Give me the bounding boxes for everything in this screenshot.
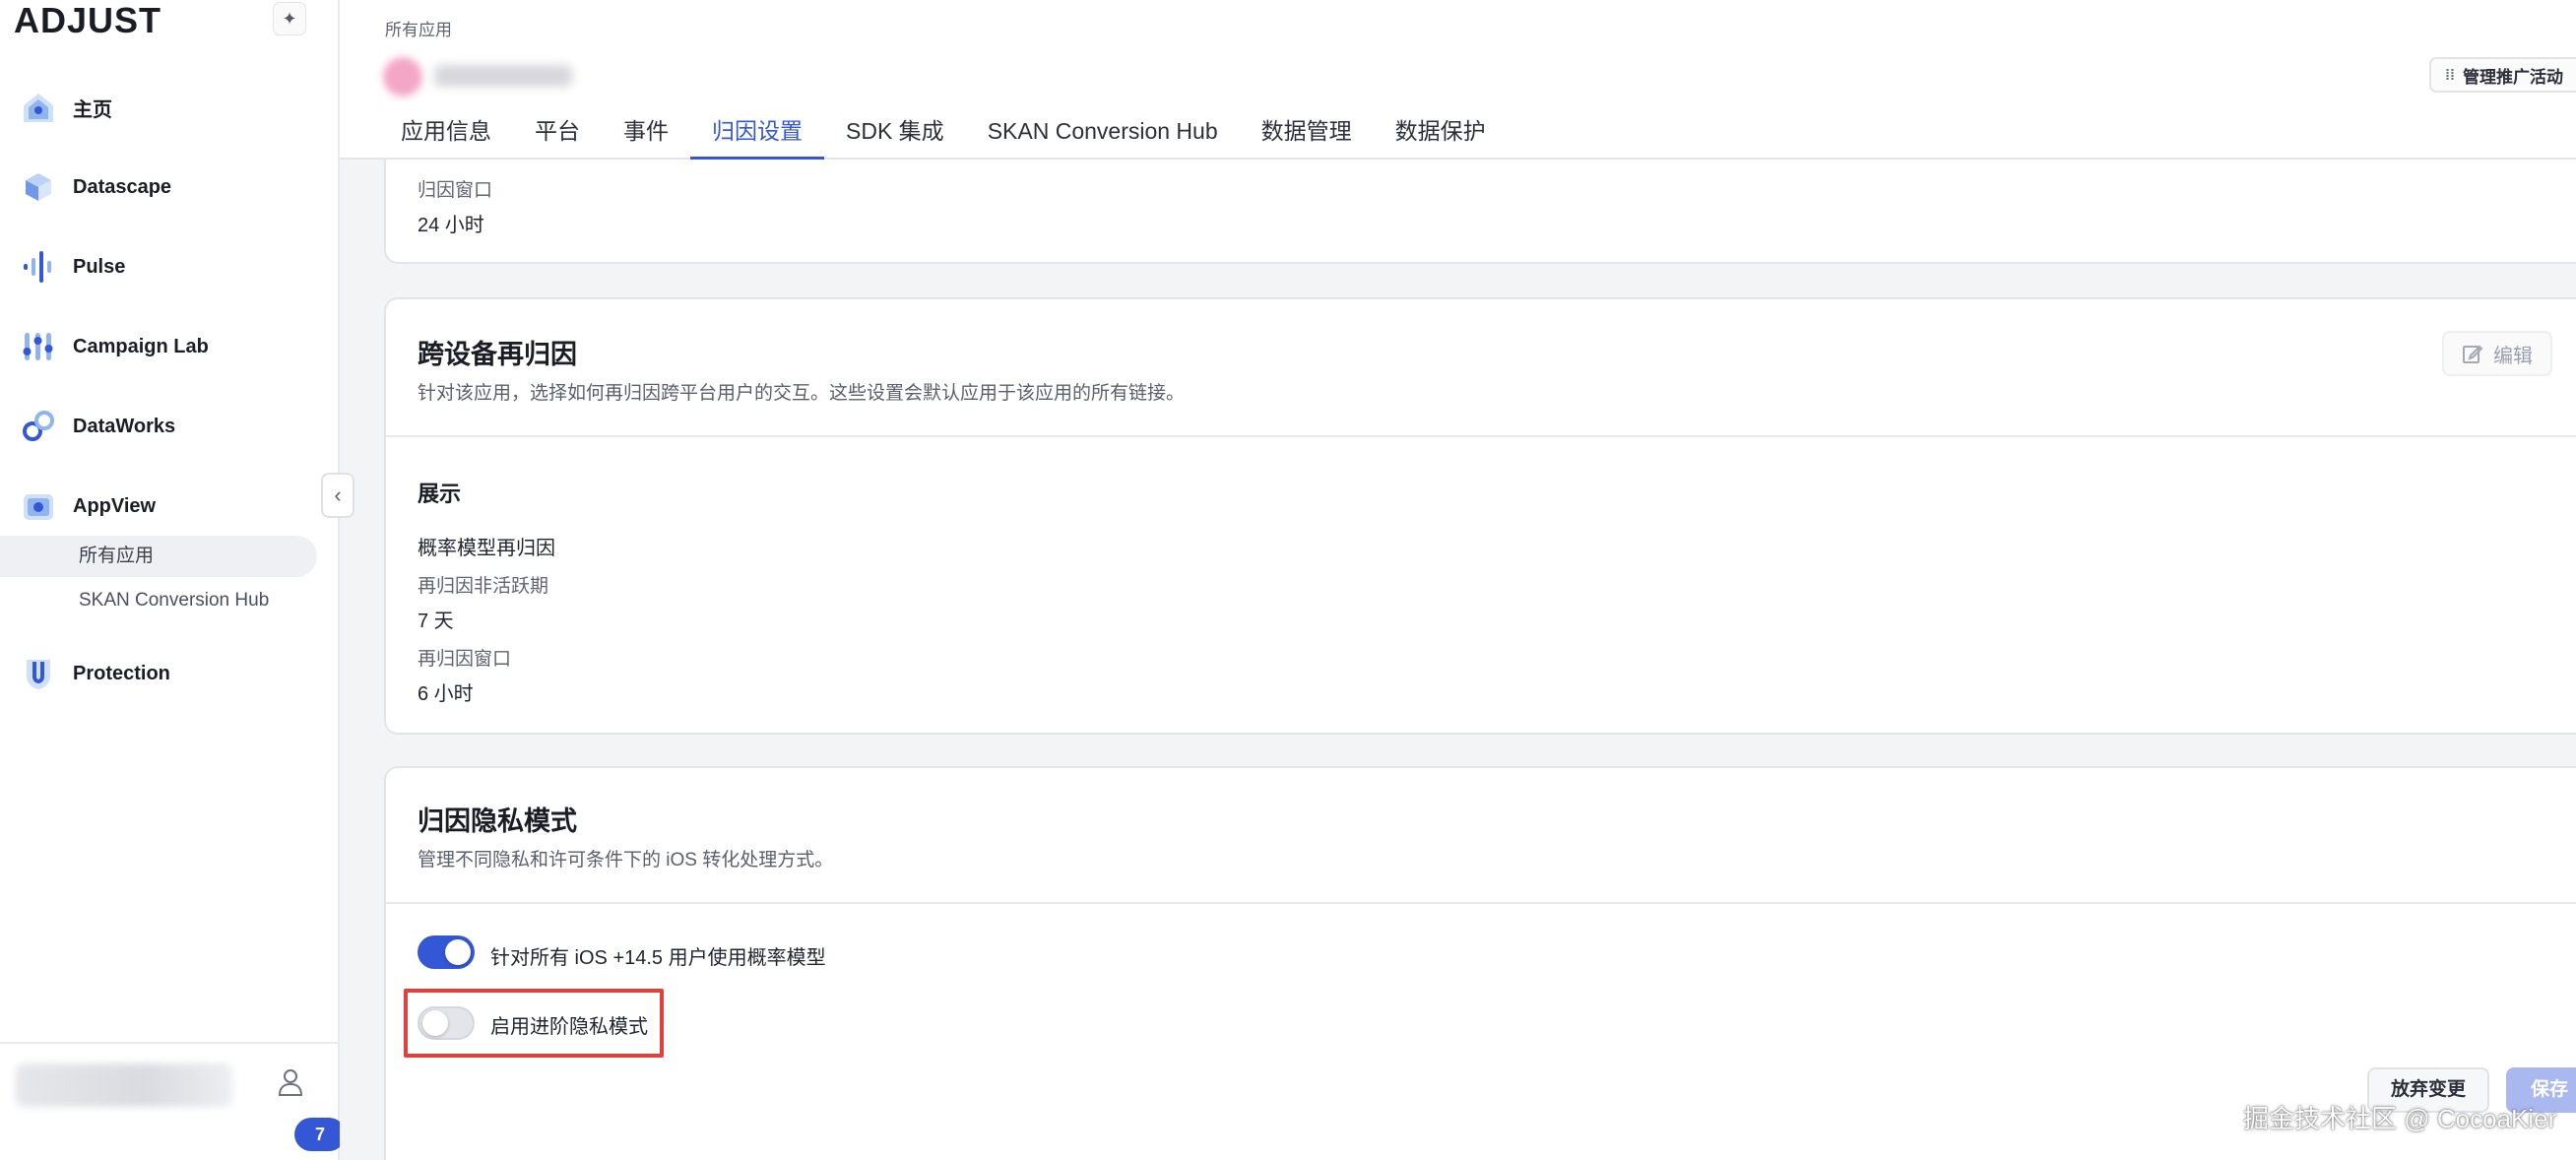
pin-icon: ✦ [282,9,297,29]
tab-data-management[interactable]: 数据管理 [1240,102,1374,160]
app-icon [383,57,422,97]
sidebar-item-protection[interactable]: Protection [20,650,170,697]
manage-campaigns-label: 管理推广活动 [2463,67,2563,87]
card-title: 归因隐私模式 [418,806,577,836]
advanced-privacy-mode-toggle[interactable] [418,1006,475,1040]
sidebar-subitem-all-apps[interactable]: 所有应用 [0,536,317,577]
card-description: 针对该应用，选择如何再归因跨平台用户的交互。这些设置会默认应用于该应用的所有链接… [418,383,1186,404]
notification-badge[interactable]: 7 [294,1118,346,1151]
user-account-blurred[interactable] [16,1063,232,1107]
attribution-window-label: 归因窗口 [418,180,493,201]
edit-icon [2463,345,2483,363]
probabilistic-model-toggle[interactable] [418,935,475,969]
sidebar-item-label: AppView [73,494,157,517]
collapse-sidebar-button[interactable]: ‹ [321,473,354,518]
pulse-icon [20,248,57,286]
sidebar-item-label: Datascape [73,175,172,198]
tab-events[interactable]: 事件 [602,102,690,160]
tab-skan-conversion-hub[interactable]: SKAN Conversion Hub [966,102,1240,160]
page-header: 所有应用 ⁞⁞ 管理推广活动 应用信息 平台 事件 归因设置 SDK 集成 SK… [340,0,2576,161]
tab-attribution-settings[interactable]: 归因设置 [690,102,824,161]
sidebar-item-datascape[interactable]: Datascape [20,163,171,211]
pin-sidebar-button[interactable]: ✦ [273,2,306,35]
protection-icon [20,655,57,692]
appview-icon [20,487,57,525]
sidebar-item-label: Pulse [73,255,126,278]
sidebar-item-label: DataWorks [73,415,176,437]
edit-button[interactable]: 编辑 [2442,331,2552,376]
toggle-knob [445,939,471,965]
attribution-window-card: 归因窗口 24 小时 [384,160,2576,264]
card-description: 管理不同隐私和许可条件下的 iOS 转化处理方式。 [418,850,834,870]
dataworks-icon [20,408,57,445]
advanced-privacy-mode-toggle-label: 启用进阶隐私模式 [490,1016,648,1038]
app-name-blurred [379,55,586,97]
toggle-knob [422,1010,448,1036]
divider [386,902,2576,904]
edit-label: 编辑 [2493,345,2533,367]
sidebar-subitem-skan-hub[interactable]: SKAN Conversion Hub [0,580,317,621]
campaign-lab-icon [20,328,57,365]
section-title-display: 展示 [418,482,462,506]
watermark: 掘金技术社区 @ CocoaKier [2243,1104,2557,1133]
sidebar-item-label: Campaign Lab [73,335,209,357]
tab-data-protection[interactable]: 数据保护 [1374,102,1508,160]
datascape-icon [20,168,57,206]
divider [386,435,2576,437]
sidebar-item-campaign-lab[interactable]: Campaign Lab [20,323,209,370]
sidebar: ADJUST ✦ 主页 Datascape Pulse Campaign Lab… [0,0,346,1160]
sidebar-item-label: Protection [73,662,170,684]
cross-device-reattribution-card: 跨设备再归因 针对该应用，选择如何再归因跨平台用户的交互。这些设置会默认应用于该… [384,297,2576,735]
card-title: 跨设备再归因 [418,340,577,369]
inactivity-period-value: 7 天 [418,611,454,632]
adjust-logo[interactable]: ADJUST [14,0,161,41]
attribution-window-value: 24 小时 [418,215,484,236]
tab-app-info[interactable]: 应用信息 [379,102,513,160]
chevron-left-icon: ‹ [334,483,342,507]
sidebar-item-dataworks[interactable]: DataWorks [20,403,175,450]
breadcrumb[interactable]: 所有应用 [385,16,452,40]
manage-icon: ⁞⁞ [2445,66,2455,84]
main-content: 归因窗口 24 小时 跨设备再归因 针对该应用，选择如何再归因跨平台用户的交互。… [340,160,2576,1160]
sidebar-item-home[interactable]: 主页 [20,84,112,131]
home-icon [20,89,57,126]
sidebar-item-label: 主页 [73,98,112,121]
sidebar-item-pulse[interactable]: Pulse [20,243,125,290]
tab-sdk-integration[interactable]: SDK 集成 [824,102,966,160]
reattribution-window-label: 再归因窗口 [418,649,512,670]
reattribution-window-value: 6 小时 [418,683,474,705]
tab-platforms[interactable]: 平台 [513,102,602,160]
probabilistic-reattribution-label: 概率模型再归因 [418,538,555,559]
inactivity-period-label: 再归因非活跃期 [418,576,549,597]
sidebar-footer: 7 [0,1042,346,1160]
user-icon[interactable] [274,1065,307,1099]
tab-bar: 应用信息 平台 事件 归因设置 SDK 集成 SKAN Conversion H… [379,102,1508,161]
manage-campaigns-button[interactable]: ⁞⁞ 管理推广活动 [2429,57,2576,93]
sidebar-item-appview[interactable]: AppView [20,483,156,530]
probabilistic-model-toggle-label: 针对所有 iOS +14.5 用户使用概率模型 [490,947,826,969]
